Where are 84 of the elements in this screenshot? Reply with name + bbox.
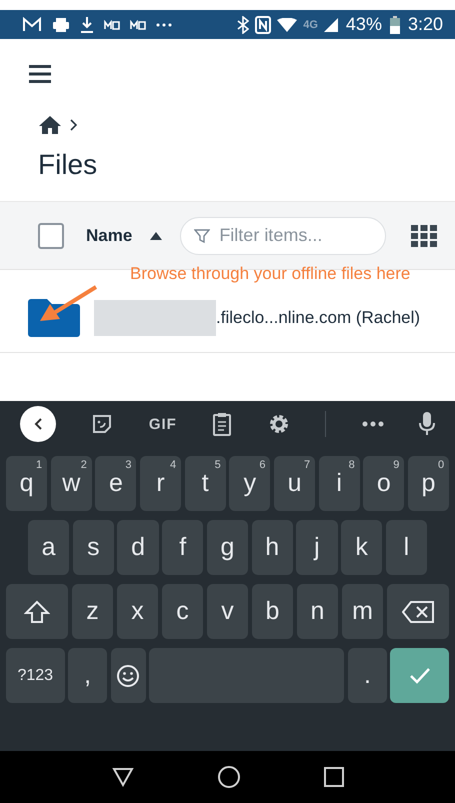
backspace-key[interactable] bbox=[386, 584, 449, 639]
clipboard-icon[interactable] bbox=[212, 412, 232, 436]
letter-key[interactable]: v bbox=[206, 584, 248, 639]
nfc-icon bbox=[255, 16, 272, 34]
letter-key[interactable]: h bbox=[252, 520, 293, 575]
letter-key[interactable]: w 2 bbox=[50, 456, 92, 511]
wifi-icon bbox=[277, 18, 298, 32]
battery-icon bbox=[390, 16, 400, 34]
collapse-button[interactable] bbox=[20, 406, 56, 442]
column-header[interactable]: Name bbox=[86, 226, 132, 246]
letter-key[interactable]: j bbox=[296, 520, 338, 575]
number-hint: 5 bbox=[214, 459, 221, 471]
page-title: Files bbox=[37, 148, 98, 182]
home-icon[interactable] bbox=[216, 765, 240, 789]
letter-key[interactable]: a bbox=[28, 520, 70, 575]
letter-key[interactable]: . bbox=[348, 648, 387, 703]
settings-icon[interactable] bbox=[268, 413, 290, 435]
number-hint: 6 bbox=[259, 459, 266, 471]
annotation-arrow bbox=[38, 285, 98, 323]
number-hint: 0 bbox=[438, 459, 444, 471]
letter-key[interactable]: m bbox=[342, 584, 384, 639]
filter-field[interactable]: Filter items... bbox=[180, 216, 386, 254]
chevron-left-icon bbox=[34, 418, 42, 430]
chevron-right-icon bbox=[70, 119, 78, 131]
letter-key[interactable]: i 8 bbox=[318, 456, 360, 511]
letter-key[interactable]: b bbox=[252, 584, 294, 639]
shift-icon bbox=[24, 600, 50, 624]
letter-key[interactable]: e 3 bbox=[95, 456, 136, 511]
notification-icon bbox=[130, 20, 146, 30]
microphone-icon[interactable] bbox=[418, 412, 435, 436]
letter-key[interactable]: q 1 bbox=[6, 456, 48, 511]
signal-icon bbox=[324, 18, 338, 32]
shift-key[interactable] bbox=[6, 584, 68, 639]
download-icon bbox=[80, 16, 94, 34]
filter-icon bbox=[194, 228, 210, 244]
number-hint: 2 bbox=[80, 459, 87, 471]
printer-icon bbox=[52, 16, 70, 32]
back-icon[interactable] bbox=[112, 767, 134, 787]
letter-key[interactable]: g bbox=[206, 520, 248, 575]
file-name[interactable]: .fileclo...nline.com (Rachel) bbox=[216, 308, 420, 328]
annotation-text: Browse through your offline files here bbox=[129, 264, 412, 284]
number-hint: 8 bbox=[348, 459, 355, 471]
recents-icon[interactable] bbox=[324, 767, 344, 787]
battery-percent: 43% bbox=[346, 14, 382, 35]
select-all-checkbox[interactable] bbox=[38, 222, 64, 248]
more-icon bbox=[156, 22, 172, 26]
network-type: 4G bbox=[303, 18, 318, 30]
number-hint: 7 bbox=[304, 459, 310, 471]
letter-key[interactable]: r 4 bbox=[140, 456, 182, 511]
sticker-icon[interactable] bbox=[91, 413, 114, 435]
notification-icon bbox=[104, 20, 120, 30]
letter-key[interactable]: k bbox=[341, 520, 382, 575]
number-hint: 4 bbox=[170, 459, 176, 471]
letter-key[interactable]: t 5 bbox=[184, 456, 226, 511]
smiley-icon bbox=[116, 664, 140, 688]
symbols-key[interactable]: ?123 bbox=[6, 648, 65, 703]
emoji-key[interactable] bbox=[110, 648, 146, 703]
sort-icon[interactable] bbox=[150, 232, 162, 240]
number-hint: 9 bbox=[393, 459, 400, 471]
backspace-icon bbox=[402, 600, 434, 622]
number-hint: 1 bbox=[36, 459, 42, 471]
letter-key[interactable]: d bbox=[117, 520, 159, 575]
letter-key[interactable]: y 6 bbox=[229, 456, 270, 511]
more-icon[interactable] bbox=[362, 421, 384, 427]
gif-button[interactable]: GIF bbox=[148, 416, 177, 432]
letter-key[interactable]: u 7 bbox=[274, 456, 316, 511]
letter-key[interactable]: c bbox=[162, 584, 204, 639]
letter-key[interactable]: o 9 bbox=[363, 456, 404, 511]
letter-key[interactable]: f bbox=[162, 520, 204, 575]
checkmark-icon bbox=[408, 666, 431, 684]
letter-key[interactable]: n bbox=[296, 584, 338, 639]
grid-view-icon[interactable] bbox=[411, 224, 437, 246]
home-icon[interactable] bbox=[38, 115, 62, 135]
mail-icon bbox=[22, 16, 42, 32]
letter-key[interactable]: , bbox=[68, 648, 108, 703]
letter-key[interactable]: x bbox=[116, 584, 158, 639]
bluetooth-icon bbox=[237, 16, 250, 34]
menu-icon[interactable] bbox=[29, 65, 51, 83]
letter-key[interactable]: p 0 bbox=[408, 456, 450, 511]
letter-key[interactable]: s bbox=[72, 520, 114, 575]
clock: 3:20 bbox=[408, 14, 443, 35]
letter-key[interactable]: l bbox=[386, 520, 427, 575]
number-hint: 3 bbox=[125, 459, 132, 471]
letter-key[interactable]: z bbox=[72, 584, 114, 639]
